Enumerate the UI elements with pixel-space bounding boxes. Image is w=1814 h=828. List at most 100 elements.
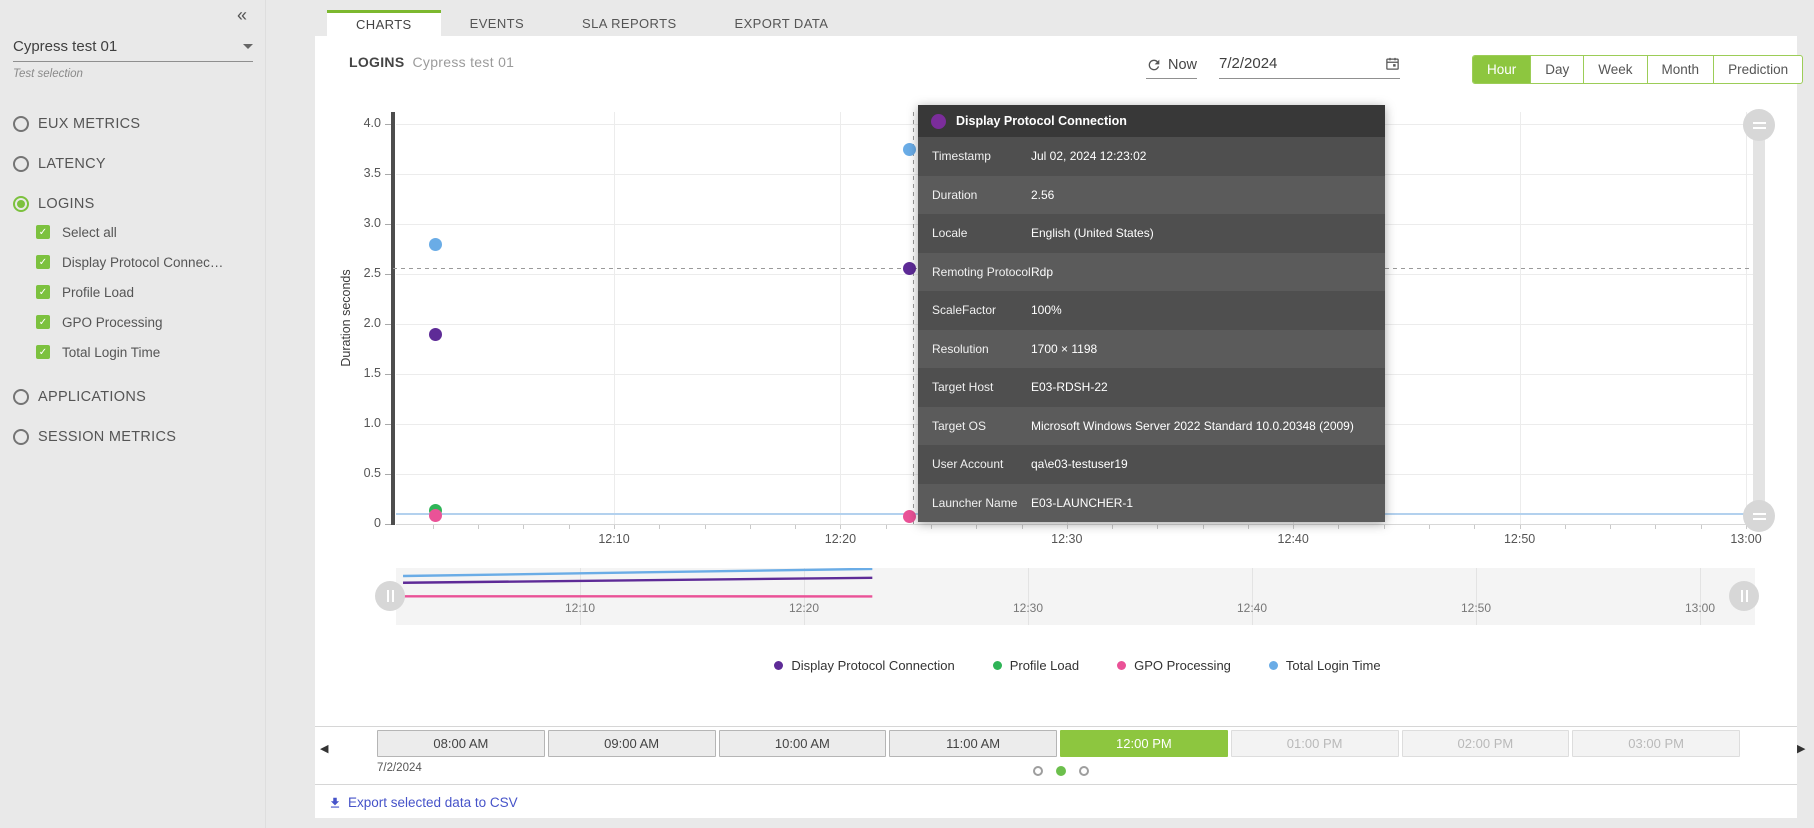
tooltip-row-label: Duration: [918, 188, 1031, 202]
metric-section-list: EUX METRICSLATENCYLOGINS✓Select all✓Disp…: [13, 104, 259, 457]
x-axis-minor-tick: [1701, 525, 1702, 529]
x-axis-tick-label: 12:20: [810, 532, 870, 547]
range-button-prediction[interactable]: Prediction: [1713, 56, 1802, 83]
checkbox-checked-icon[interactable]: ✓: [36, 225, 50, 239]
hour-button-10-00-am[interactable]: 10:00 AM: [719, 730, 887, 757]
radio-unselected-icon[interactable]: [13, 116, 29, 132]
range-button-group: HourDayWeekMonthPrediction: [1472, 55, 1803, 84]
x-axis-minor-tick: [1610, 525, 1611, 529]
hour-button-12-00-pm[interactable]: 12:00 PM: [1060, 730, 1228, 757]
divider-line-bottom: [315, 784, 1797, 785]
tooltip-row-target-os: Target OSMicrosoft Windows Server 2022 S…: [918, 407, 1385, 446]
x-axis-minor-tick: [931, 525, 932, 529]
collapse-sidebar-icon[interactable]: «: [237, 5, 247, 26]
x-axis-minor-tick: [1112, 525, 1113, 529]
zoom-handle-bottom[interactable]: [1743, 500, 1775, 532]
hour-button-row: 08:00 AM09:00 AM10:00 AM11:00 AM12:00 PM…: [377, 730, 1740, 757]
date-input[interactable]: 7/2/2024: [1219, 55, 1400, 79]
tooltip-row-label: Timestamp: [918, 149, 1031, 163]
sidebar-item-latency[interactable]: LATENCY: [13, 144, 259, 184]
page-dot-3[interactable]: [1079, 766, 1089, 776]
x-axis-minor-tick: [1655, 525, 1656, 529]
page-dot-1[interactable]: [1033, 766, 1043, 776]
tooltip-row-label: ScaleFactor: [918, 303, 1031, 317]
checkbox-item-total-login-time[interactable]: ✓Total Login Time: [36, 337, 259, 367]
chart-tooltip: Display Protocol Connection TimestampJul …: [918, 105, 1385, 522]
data-point-total-login-time[interactable]: [429, 238, 442, 251]
legend-item-total-login-time[interactable]: Total Login Time: [1269, 655, 1381, 675]
navigator[interactable]: 12:1012:2012:3012:4012:5013:00: [396, 568, 1755, 625]
y-axis-tick-label: 0.5: [341, 466, 381, 482]
tooltip-row-value: 100%: [1031, 303, 1062, 317]
page-dots: [1033, 766, 1093, 778]
navigator-handle-left[interactable]: [375, 581, 405, 611]
range-button-month[interactable]: Month: [1647, 56, 1714, 83]
checkbox-checked-icon[interactable]: ✓: [36, 315, 50, 329]
export-csv-link[interactable]: Export selected data to CSV: [328, 795, 518, 810]
x-axis-minor-tick: [614, 525, 615, 529]
chevron-down-icon: [243, 44, 253, 49]
chart-title: LOGINSCypress test 01: [349, 54, 514, 70]
x-axis-minor-tick: [1474, 525, 1475, 529]
checkbox-item-display-protocol-connec[interactable]: ✓Display Protocol Connec…: [36, 247, 259, 277]
hour-button-11-00-am[interactable]: 11:00 AM: [889, 730, 1057, 757]
legend-item-gpo-processing[interactable]: GPO Processing: [1117, 655, 1231, 675]
x-axis-tick-label: 13:00: [1716, 532, 1776, 547]
tooltip-row-value: E03-RDSH-22: [1031, 380, 1108, 394]
checkbox-checked-icon[interactable]: ✓: [36, 255, 50, 269]
hour-button-08-00-am[interactable]: 08:00 AM: [377, 730, 545, 757]
checkbox-item-gpo-processing[interactable]: ✓GPO Processing: [36, 307, 259, 337]
radio-unselected-icon[interactable]: [13, 389, 29, 405]
x-axis-minor-tick: [705, 525, 706, 529]
vertical-zoom-track[interactable]: [1753, 125, 1765, 516]
data-point-gpo-processing[interactable]: [903, 510, 916, 523]
data-point-total-login-time[interactable]: [903, 143, 916, 156]
prev-hours-arrow[interactable]: ◀: [320, 742, 334, 758]
refresh-now-button[interactable]: Now: [1146, 57, 1197, 79]
range-button-day[interactable]: Day: [1530, 56, 1583, 83]
zoom-handle-top[interactable]: [1743, 109, 1775, 141]
range-button-week[interactable]: Week: [1583, 56, 1646, 83]
tooltip-row-value: Rdp: [1031, 265, 1053, 279]
tooltip-row-label: Target Host: [918, 380, 1031, 394]
data-point-display-protocol-connection[interactable]: [903, 262, 916, 275]
x-axis-minor-tick: [1520, 525, 1521, 529]
tooltip-row-target-host: Target HostE03-RDSH-22: [918, 368, 1385, 407]
y-axis-tick-label: 3.5: [341, 166, 381, 182]
gridline-vertical: [614, 112, 615, 524]
radio-unselected-icon[interactable]: [13, 156, 29, 172]
tooltip-header: Display Protocol Connection: [918, 105, 1385, 137]
test-select-dropdown[interactable]: Cypress test 01: [13, 38, 253, 62]
checkbox-item-select-all[interactable]: ✓Select all: [36, 217, 259, 247]
legend-item-display-protocol-connection[interactable]: Display Protocol Connection: [774, 655, 954, 675]
calendar-icon[interactable]: [1385, 56, 1400, 71]
legend-item-profile-load[interactable]: Profile Load: [993, 655, 1079, 675]
navigator-handle-right[interactable]: [1729, 581, 1759, 611]
chart-title-test: Cypress test 01: [412, 54, 514, 70]
checkbox-checked-icon[interactable]: ✓: [36, 345, 50, 359]
tooltip-row-value: Jul 02, 2024 12:23:02: [1031, 149, 1146, 163]
checkbox-item-profile-load[interactable]: ✓Profile Load: [36, 277, 259, 307]
hour-button-09-00-am[interactable]: 09:00 AM: [548, 730, 716, 757]
tab-charts[interactable]: CHARTS: [327, 10, 441, 36]
x-axis-minor-tick: [569, 525, 570, 529]
tooltip-row-value: E03-LAUNCHER-1: [1031, 496, 1133, 510]
sidebar-item-eux-metrics[interactable]: EUX METRICS: [13, 104, 259, 144]
radio-selected-icon[interactable]: [13, 196, 29, 212]
x-axis-minor-tick: [886, 525, 887, 529]
data-point-gpo-processing[interactable]: [429, 509, 442, 522]
sidebar-item-session-metrics[interactable]: SESSION METRICS: [13, 417, 259, 457]
tab-events[interactable]: EVENTS: [441, 10, 553, 36]
tooltip-row-value: 1700 × 1198: [1031, 342, 1097, 356]
page-dot-2[interactable]: [1056, 766, 1066, 776]
radio-unselected-icon[interactable]: [13, 429, 29, 445]
sidebar-item-applications[interactable]: APPLICATIONS: [13, 377, 259, 417]
x-axis-tick-label: 12:10: [584, 532, 644, 547]
tab-export-data[interactable]: EXPORT DATA: [706, 10, 858, 36]
checkbox-checked-icon[interactable]: ✓: [36, 285, 50, 299]
tooltip-row-duration: Duration2.56: [918, 176, 1385, 215]
data-point-display-protocol-connection[interactable]: [429, 328, 442, 341]
tab-sla-reports[interactable]: SLA REPORTS: [553, 10, 705, 36]
range-button-hour[interactable]: Hour: [1473, 56, 1530, 83]
next-hours-arrow[interactable]: ▶: [1797, 742, 1811, 758]
